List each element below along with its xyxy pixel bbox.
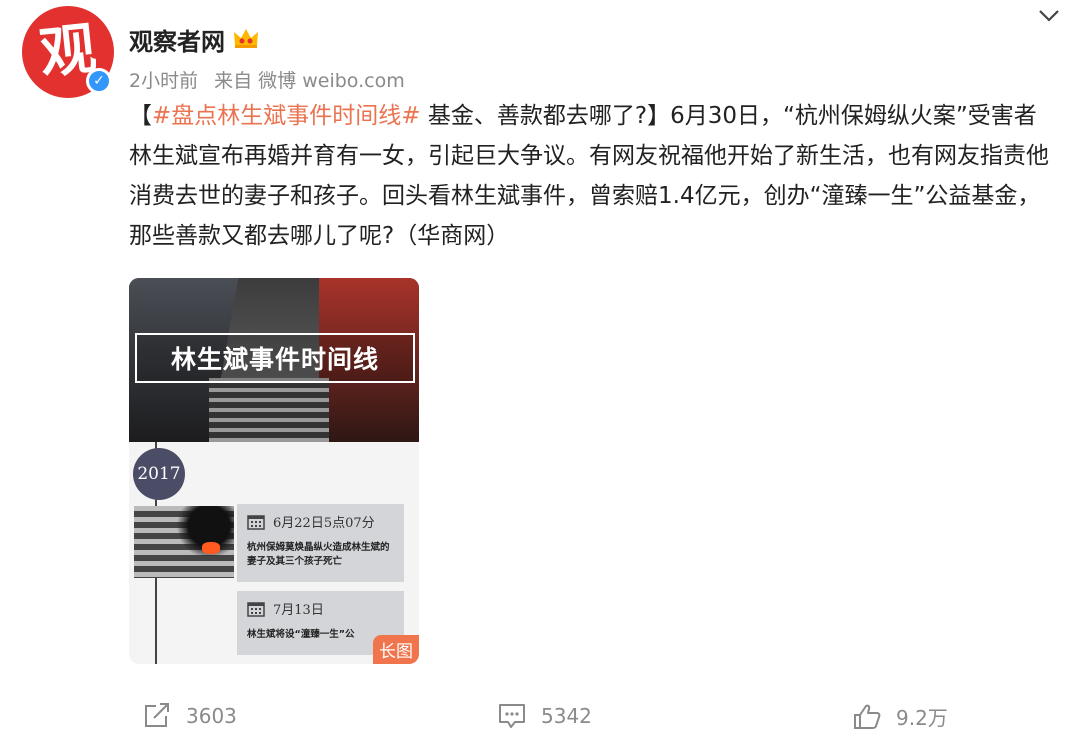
fire-photo — [134, 506, 234, 578]
calendar-icon — [247, 514, 265, 530]
image-title: 林生斌事件时间线 — [135, 333, 415, 383]
action-bar: 3603 5342 9.2万 — [0, 690, 1080, 740]
chevron-down-icon[interactable] — [1038, 8, 1060, 24]
event-desc: 杭州保姆莫焕晶纵火造成林生斌的妻子及其三个孩子死亡 — [247, 542, 390, 567]
event-date: 7月13日 — [273, 603, 324, 618]
crown-icon — [234, 29, 258, 48]
event-desc: 林生斌将设“潼臻一生”公 — [247, 629, 355, 640]
post-time: 2小时前 — [129, 70, 199, 92]
post-text: 【#盘点林生斌事件时间线# 基金、善款都去哪了?】6月30日，“杭州保姆纵火案”… — [129, 96, 1059, 256]
share-button[interactable]: 3603 — [142, 702, 237, 730]
post-source: 来自 微博 weibo.com — [214, 70, 405, 92]
header-photo: 林生斌事件时间线 — [129, 278, 419, 442]
post-bracket: 【 — [129, 103, 152, 129]
account-name[interactable]: 观察者网 — [129, 22, 225, 57]
year-marker: 2017 — [133, 448, 185, 500]
comment-icon — [499, 704, 525, 728]
comment-button[interactable]: 5342 — [497, 702, 592, 730]
post-meta: 2小时前 来自 微博 weibo.com — [129, 66, 415, 93]
share-icon — [145, 703, 169, 727]
share-count: 3603 — [186, 704, 237, 728]
thumbs-up-icon — [854, 704, 881, 729]
comment-count: 5342 — [541, 704, 592, 728]
verified-badge-icon: ✓ — [86, 68, 112, 94]
calendar-icon — [247, 601, 265, 617]
like-count: 9.2万 — [896, 706, 948, 730]
like-button[interactable]: 9.2万 — [852, 702, 948, 731]
long-image-card[interactable]: 林生斌事件时间线 2017 6月22日5点07分 杭州保姆莫焕晶纵火造成林生斌的… — [129, 278, 419, 664]
timeline-event: 6月22日5点07分 杭州保姆莫焕晶纵火造成林生斌的妻子及其三个孩子死亡 — [237, 504, 404, 582]
hashtag-link[interactable]: #盘点林生斌事件时间线# — [152, 103, 421, 129]
long-image-badge: 长图 — [373, 635, 419, 664]
event-date: 6月22日5点07分 — [273, 516, 375, 531]
